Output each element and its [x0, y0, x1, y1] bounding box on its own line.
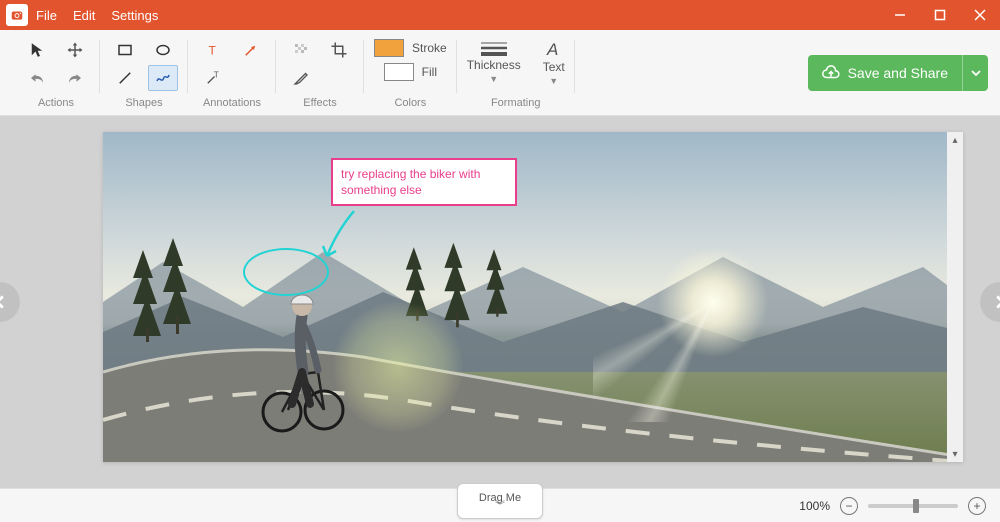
minimize-button[interactable] — [880, 0, 920, 30]
highlight-tool[interactable] — [286, 65, 316, 91]
zoom-value: 100% — [799, 499, 830, 513]
cloud-upload-icon — [822, 64, 840, 82]
chevron-down-double-icon: ︾ — [495, 504, 505, 510]
save-and-share-button[interactable]: Save and Share — [808, 55, 988, 91]
maximize-icon — [934, 9, 946, 21]
chevron-down-icon: ▼ — [489, 74, 498, 84]
callout-tool[interactable]: T — [198, 65, 228, 91]
menu-edit[interactable]: Edit — [73, 8, 95, 23]
stroke-color-swatch[interactable] — [374, 39, 404, 57]
close-icon — [974, 9, 986, 21]
line-tool[interactable] — [110, 65, 140, 91]
text-format-label: Text — [543, 60, 565, 74]
group-effects: Effects — [276, 30, 364, 115]
close-button[interactable] — [960, 0, 1000, 30]
redo-icon — [66, 69, 84, 87]
app-logo — [6, 4, 28, 26]
marker-icon — [292, 69, 310, 87]
arrow-tool[interactable] — [236, 37, 266, 63]
text-format-dropdown[interactable]: A Text ▼ — [543, 40, 565, 86]
chevron-down-icon — [971, 68, 981, 78]
undo-button[interactable] — [22, 65, 52, 91]
group-label-annotations: Annotations — [203, 97, 261, 111]
annotation-text: try replacing the biker with something e… — [341, 167, 480, 197]
maximize-button[interactable] — [920, 0, 960, 30]
group-formatting: Thickness ▼ A Text ▼ Formating — [457, 30, 575, 115]
annotation-arrow[interactable] — [319, 206, 359, 266]
chevron-down-icon: ▼ — [549, 76, 558, 86]
freeform-tool[interactable] — [148, 65, 178, 91]
svg-text:T: T — [209, 44, 217, 58]
menu-bar: File Edit Settings — [36, 8, 158, 23]
thickness-dropdown[interactable]: Thickness ▼ — [467, 40, 521, 84]
zoom-slider[interactable] — [868, 504, 958, 508]
rectangle-tool[interactable] — [110, 37, 140, 63]
ellipse-tool[interactable] — [148, 37, 178, 63]
group-shapes: Shapes — [100, 30, 188, 115]
canvas-workspace: try replacing the biker with something e… — [0, 116, 1000, 488]
camera-icon — [10, 8, 24, 22]
rectangle-icon — [116, 41, 134, 59]
photo-content — [103, 132, 963, 462]
line-icon — [116, 69, 134, 87]
freeform-icon — [154, 69, 172, 87]
status-bar: Drag Me ︾ 100% − + — [0, 488, 1000, 522]
vertical-scrollbar[interactable]: ▴ ▾ — [947, 132, 963, 462]
save-dropdown[interactable] — [962, 55, 988, 91]
blur-tool[interactable] — [286, 37, 316, 63]
move-tool[interactable] — [60, 37, 90, 63]
group-annotations: T T Annotations — [188, 30, 276, 115]
redo-button[interactable] — [60, 65, 90, 91]
group-colors: Stroke Fill Colors — [364, 30, 457, 115]
zoom-slider-thumb[interactable] — [913, 499, 919, 513]
group-label-effects: Effects — [303, 97, 336, 111]
drag-handle[interactable]: Drag Me ︾ — [457, 483, 543, 519]
save-label: Save and Share — [848, 65, 948, 81]
menu-settings[interactable]: Settings — [111, 8, 158, 23]
fill-label: Fill — [422, 65, 437, 79]
undo-icon — [28, 69, 46, 87]
toolbar-ribbon: Actions Shapes T — [0, 30, 1000, 116]
window-controls — [880, 0, 1000, 30]
road-illustration — [103, 302, 963, 462]
svg-text:T: T — [214, 70, 219, 79]
thickness-label: Thickness — [467, 58, 521, 72]
chevron-left-icon — [0, 295, 7, 309]
minimize-icon — [894, 9, 906, 21]
blur-icon — [292, 41, 310, 59]
arrow-icon — [242, 41, 260, 59]
text-icon: T — [204, 41, 222, 59]
annotation-ellipse[interactable] — [243, 248, 329, 296]
scroll-up-button[interactable]: ▴ — [947, 132, 963, 148]
group-label-actions: Actions — [38, 97, 74, 111]
thickness-icon — [479, 40, 509, 56]
chevron-right-icon — [993, 295, 1000, 309]
menu-file[interactable]: File — [36, 8, 57, 23]
image-canvas[interactable]: try replacing the biker with something e… — [103, 132, 963, 462]
zoom-in-button[interactable]: + — [968, 497, 986, 515]
cursor-icon — [28, 41, 46, 59]
select-tool[interactable] — [22, 37, 52, 63]
text-format-icon: A — [544, 40, 564, 58]
svg-text:A: A — [546, 40, 558, 58]
callout-icon: T — [204, 69, 222, 87]
group-actions: Actions — [12, 30, 100, 115]
zoom-out-button[interactable]: − — [840, 497, 858, 515]
annotation-textbox[interactable]: try replacing the biker with something e… — [331, 158, 517, 206]
title-bar: File Edit Settings — [0, 0, 1000, 30]
group-label-formatting: Formating — [491, 97, 541, 111]
previous-image-button[interactable] — [0, 282, 20, 322]
text-tool[interactable]: T — [198, 37, 228, 63]
stroke-label: Stroke — [412, 41, 447, 55]
crop-icon — [330, 41, 348, 59]
crop-tool[interactable] — [324, 37, 354, 63]
group-label-shapes: Shapes — [125, 97, 162, 111]
group-label-colors: Colors — [394, 97, 426, 111]
next-image-button[interactable] — [980, 282, 1000, 322]
zoom-controls: 100% − + — [799, 497, 1000, 515]
scroll-down-button[interactable]: ▾ — [947, 446, 963, 462]
move-icon — [66, 41, 84, 59]
ellipse-icon — [154, 41, 172, 59]
fill-color-swatch[interactable] — [384, 63, 414, 81]
